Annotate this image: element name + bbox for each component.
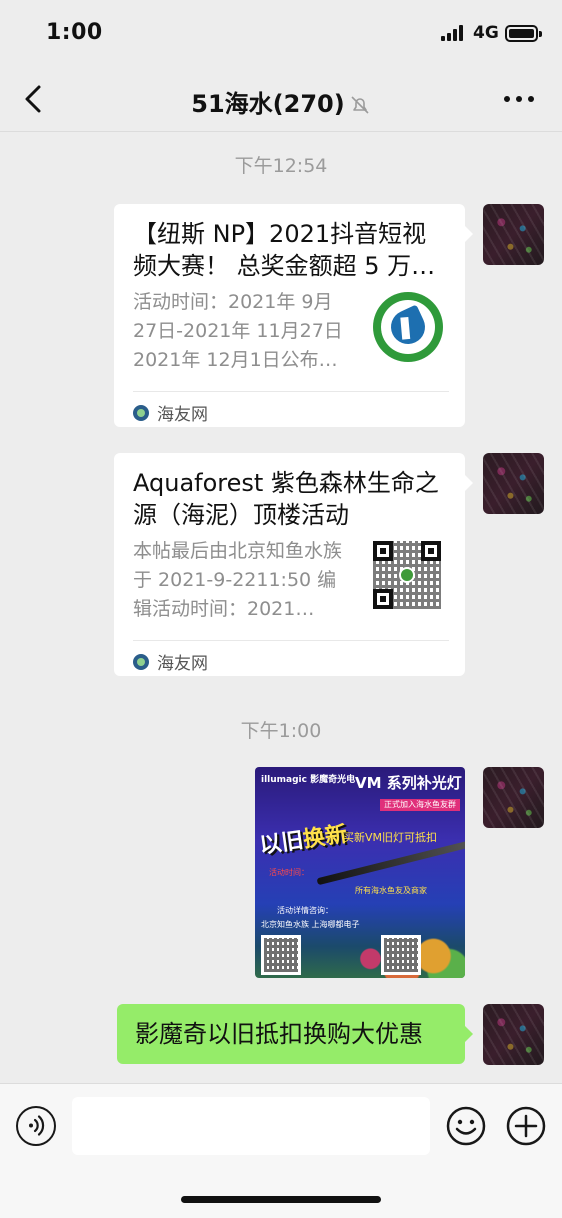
card-description: 本帖最后由北京知鱼水族于 2021-9-2211:50 编辑活动时间：2021… [133, 540, 343, 620]
qr-code-icon [381, 935, 421, 975]
network-type: 4G [473, 23, 499, 43]
battery-icon [505, 25, 542, 42]
chat-title: 51海水(270) [0, 84, 562, 119]
voice-icon [29, 1115, 45, 1136]
card-description: 活动时间：2021年 9月27日-2021年 11月27日 2021年 12月1… [133, 291, 343, 371]
more-options-button[interactable] [506, 1106, 546, 1146]
avatar[interactable] [483, 767, 544, 828]
qr-code-icon [261, 935, 301, 975]
card-title: Aquaforest 紫色森林生命之源（海泥）顶楼活动 [133, 469, 439, 529]
qr-code-icon [373, 541, 441, 609]
bell-off-icon [351, 96, 369, 114]
more-button[interactable] [502, 96, 536, 104]
status-bar: 1:00 4G [0, 0, 562, 68]
poster-contact: 活动详情咨询： [277, 906, 333, 915]
card-source-label: 海友网 [157, 654, 208, 674]
timestamp: 下午12:54 [234, 155, 328, 177]
poster-subtitle: 买新VM旧灯可抵扣 [343, 831, 438, 844]
source-app-icon [133, 404, 149, 421]
voice-button[interactable] [16, 1106, 56, 1146]
signal-icon [441, 25, 467, 41]
poster-date-label: 活动时间： [269, 868, 309, 877]
link-card[interactable]: 【纽斯 NP】2021抖音短视频大赛！ 总奖金额超 5 万… 活动时间：2021… [114, 204, 473, 427]
poster-band: 正式加入海水鱼友群 [380, 799, 460, 811]
source-app-icon [133, 653, 149, 670]
card-source: 海友网 [133, 649, 208, 674]
poster-brand: illumagic 影魔奇光电 [261, 775, 356, 785]
poster-headline: VM 系列补光灯 [355, 774, 462, 792]
timestamp: 下午1:00 [240, 720, 322, 742]
status-time: 1:00 [46, 20, 103, 45]
card-source: 海友网 [133, 400, 208, 425]
avatar[interactable] [483, 453, 544, 514]
divider [133, 640, 449, 641]
link-card[interactable]: Aquaforest 紫色森林生命之源（海泥）顶楼活动 本帖最后由北京知鱼水族于… [114, 453, 473, 676]
card-thumbnail [373, 292, 443, 362]
avatar[interactable] [483, 204, 544, 265]
card-source-label: 海友网 [157, 405, 208, 425]
emoji-button[interactable] [446, 1106, 486, 1146]
divider [133, 391, 449, 392]
poster-big-text-a: 以旧 [258, 828, 306, 859]
chat-title-text: 51海水(270) [191, 90, 345, 118]
avatar[interactable] [483, 1004, 544, 1065]
chat-header: 51海水(270) [0, 68, 562, 132]
poster-big-text: 以旧换新 [257, 816, 349, 860]
card-thumbnail [373, 541, 443, 611]
poster-big-text-b: 换新 [301, 821, 349, 853]
plus-icon [506, 1106, 546, 1146]
text-message[interactable]: 影魔奇以旧抵扣换购大优惠 [117, 1004, 473, 1064]
home-indicator[interactable] [181, 1196, 381, 1203]
image-message[interactable]: illumagic 影魔奇光电 VM 系列补光灯 正式加入海水鱼友群 以旧换新 … [255, 767, 465, 978]
emoji-icon [446, 1106, 486, 1146]
poster-note: 所有海水鱼友及商家 [355, 886, 427, 895]
card-title: 【纽斯 NP】2021抖音短视频大赛！ 总奖金额超 5 万… [133, 220, 436, 280]
site-logo-icon [373, 292, 443, 362]
message-input[interactable] [72, 1097, 430, 1155]
